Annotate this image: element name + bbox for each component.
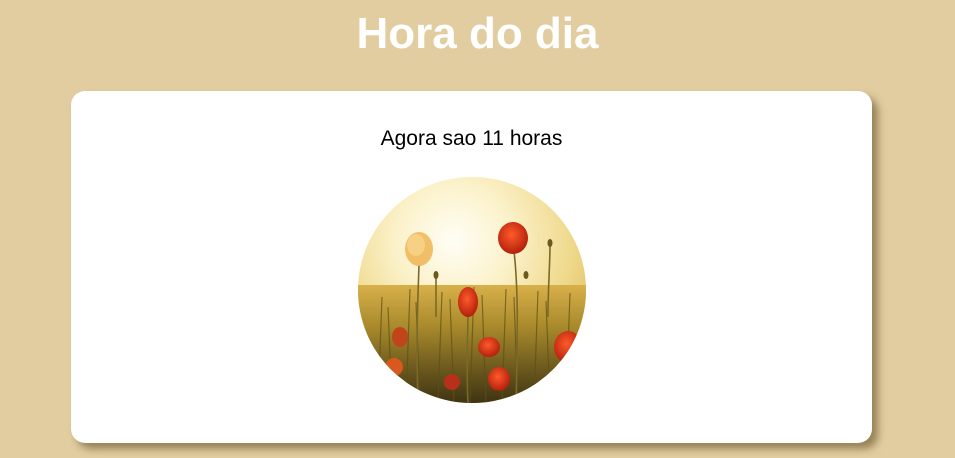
poppy-field-image bbox=[358, 177, 586, 403]
content-card: Agora sao 11 horas bbox=[71, 91, 872, 443]
page-title: Hora do dia bbox=[356, 9, 599, 58]
time-message: Agora sao 11 horas bbox=[380, 127, 563, 150]
